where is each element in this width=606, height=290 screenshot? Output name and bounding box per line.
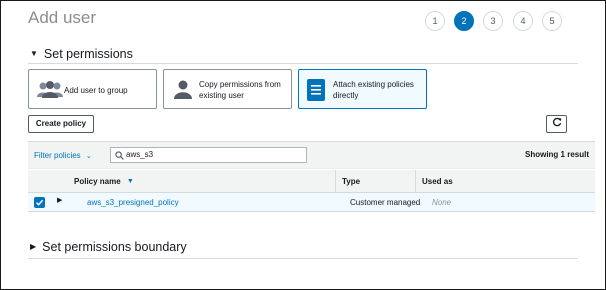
caret-right-icon: ▶ xyxy=(30,242,37,251)
option-label: Add user to group xyxy=(64,86,128,95)
step-4[interactable]: 4 xyxy=(513,11,533,31)
filter-label-text: Filter policies xyxy=(34,151,81,160)
option-label: Copy permissions from existing user xyxy=(199,80,281,100)
refresh-icon xyxy=(552,117,562,128)
option-attach-policies[interactable]: Attach existing policies directly xyxy=(298,69,427,109)
column-label: Type xyxy=(342,177,361,186)
step-2[interactable]: 2 xyxy=(454,11,474,31)
chevron-down-icon: ⌄ xyxy=(85,153,92,160)
result-count: Showing 1 result xyxy=(524,150,589,159)
step-3[interactable]: 3 xyxy=(483,11,503,31)
divider xyxy=(28,258,578,259)
search-input[interactable]: aws_s3 xyxy=(110,147,307,163)
policy-document-icon xyxy=(307,79,325,103)
step-5[interactable]: 5 xyxy=(542,11,562,31)
option-label: Attach existing policies directly xyxy=(333,80,414,100)
policies-table: Filter policies ⌄ aws_s3 Showing 1 resul… xyxy=(28,141,595,212)
column-policy-name[interactable]: Policy name ▼ xyxy=(68,170,335,193)
filter-policies-dropdown[interactable]: Filter policies ⌄ xyxy=(34,151,92,160)
user-group-icon xyxy=(37,80,63,102)
table-row[interactable]: ▶ aws_s3_presigned_policy Customer manag… xyxy=(28,193,595,212)
table-header: Policy name ▼ Type Used as xyxy=(28,170,595,193)
column-type[interactable]: Type xyxy=(335,170,415,193)
create-policy-button[interactable]: Create policy xyxy=(28,115,94,133)
search-value: aws_s3 xyxy=(126,150,154,159)
caret-down-icon: ▼ xyxy=(30,49,38,58)
policy-used-as: None xyxy=(432,198,452,207)
user-icon xyxy=(174,80,192,102)
section-permissions-boundary[interactable]: ▶ Set permissions boundary xyxy=(30,240,187,254)
policy-name-link[interactable]: aws_s3_presigned_policy xyxy=(87,193,179,212)
sort-down-icon: ▼ xyxy=(126,178,134,185)
policy-type: Customer managed xyxy=(350,198,421,207)
section-label: Set permissions boundary xyxy=(42,240,187,254)
filter-bar: Filter policies ⌄ aws_s3 Showing 1 resul… xyxy=(28,141,595,169)
refresh-button[interactable] xyxy=(546,115,567,133)
search-icon xyxy=(115,151,124,165)
option-copy-permissions[interactable]: Copy permissions from existing user xyxy=(163,69,292,109)
row-checkbox[interactable] xyxy=(34,197,45,208)
column-label: Used as xyxy=(422,177,453,186)
column-label: Policy name xyxy=(74,177,121,186)
column-used-as[interactable]: Used as xyxy=(415,170,595,193)
section-label: Set permissions xyxy=(43,47,133,61)
expand-row-icon[interactable]: ▶ xyxy=(57,196,62,204)
option-add-user-to-group[interactable]: Add user to group xyxy=(28,69,157,109)
step-1[interactable]: 1 xyxy=(425,11,445,31)
section-set-permissions[interactable]: ▼ Set permissions xyxy=(30,47,133,61)
page-title: Add user xyxy=(28,8,97,27)
checkmark-icon xyxy=(35,199,44,206)
divider xyxy=(28,63,578,64)
